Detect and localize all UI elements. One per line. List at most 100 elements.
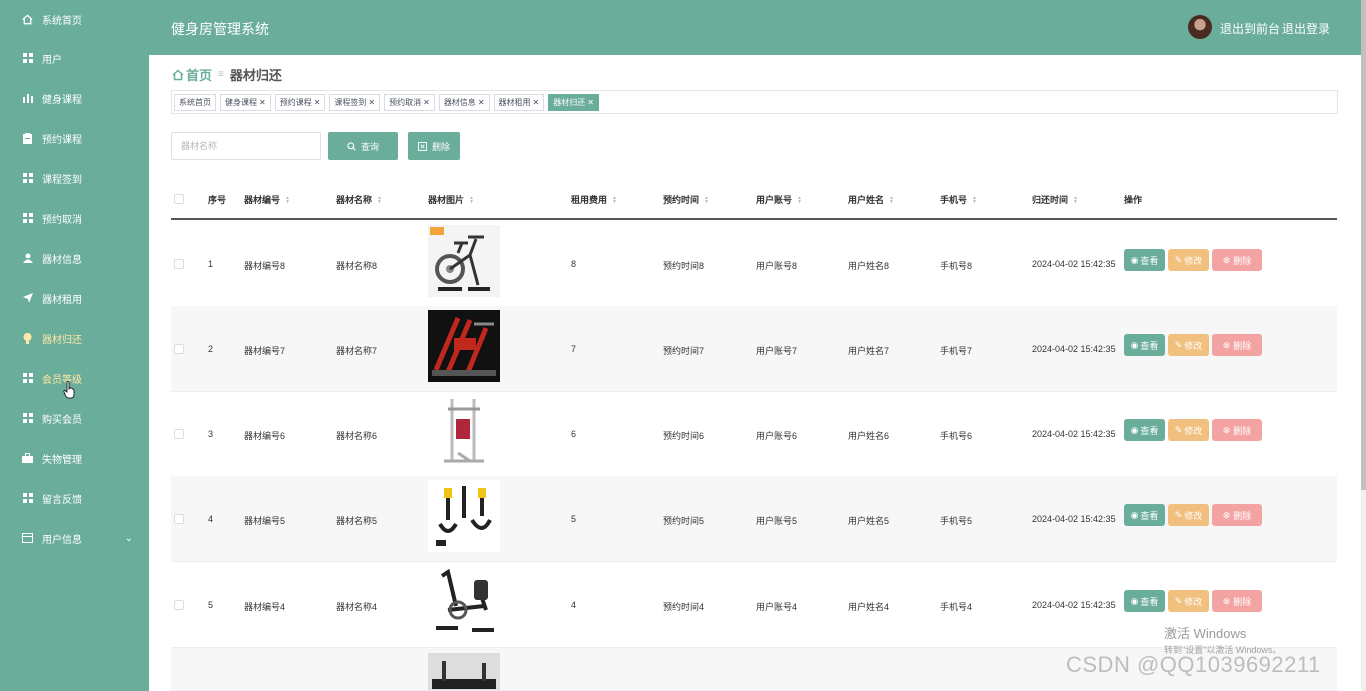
delete-button[interactable]: ⊗ 删除	[1212, 334, 1262, 356]
equipment-image-recumbent-bike[interactable]	[428, 566, 500, 638]
close-icon[interactable]: ✕	[587, 98, 594, 107]
cell-fee: 7	[571, 344, 577, 354]
edit-button[interactable]: ✎ 修改	[1168, 334, 1209, 356]
sort-icon[interactable]: ▲ ▼	[797, 195, 802, 204]
edit-button[interactable]: ✎ 修改	[1168, 590, 1209, 612]
sort-icon[interactable]: ▲ ▼	[377, 195, 382, 204]
close-icon[interactable]: ✕	[314, 98, 321, 107]
view-button[interactable]: ◉ 查看	[1124, 334, 1165, 356]
sidebar-item-fitness-courses[interactable]: 健身课程	[0, 78, 149, 118]
bulb-icon	[22, 332, 33, 344]
sidebar-item-user-info[interactable]: 用户信息 ⌄	[0, 518, 149, 558]
header-image[interactable]: 器材图片 ▲ ▼	[428, 193, 474, 206]
header-fee[interactable]: 租用费用 ▲ ▼	[571, 193, 617, 206]
avatar[interactable]	[1188, 15, 1212, 39]
equipment-image-exercise-bike[interactable]	[428, 225, 500, 297]
header-reserve-time[interactable]: 预约时间 ▲ ▼	[663, 193, 709, 206]
chevron-down-icon[interactable]: ⌄	[125, 533, 133, 544]
row-checkbox[interactable]	[174, 429, 184, 439]
view-button[interactable]: ◉ 查看	[1124, 590, 1165, 612]
tag-course-checkin[interactable]: 课程签到 ✕	[329, 94, 381, 111]
equipment-image-leg-press[interactable]	[428, 310, 500, 382]
breadcrumb-home[interactable]: 首页	[186, 65, 212, 84]
tag-fitness-courses[interactable]: 健身课程 ✕	[220, 94, 271, 111]
scrollbar-thumb[interactable]	[1361, 0, 1366, 490]
sort-icon[interactable]: ▲ ▼	[612, 195, 617, 204]
close-icon[interactable]: ✕	[368, 98, 375, 107]
close-icon[interactable]: ✕	[533, 98, 540, 107]
select-all-checkbox[interactable]	[174, 194, 184, 204]
query-button[interactable]: 查询	[328, 132, 398, 160]
edit-icon: ✎	[1174, 254, 1183, 265]
cell-fee: 4	[571, 600, 577, 610]
edit-button[interactable]: ✎ 修改	[1168, 419, 1209, 441]
view-button[interactable]: ◉ 查看	[1124, 249, 1165, 271]
delete-button[interactable]: ⊗ 删除	[1212, 419, 1262, 441]
view-button[interactable]: ◉ 查看	[1124, 419, 1165, 441]
close-icon[interactable]: ✕	[423, 98, 430, 107]
edit-button[interactable]: ✎ 修改	[1168, 504, 1209, 526]
header-name[interactable]: 器材名称 ▲ ▼	[336, 193, 382, 206]
sort-icon[interactable]: ▲ ▼	[972, 195, 977, 204]
view-button[interactable]: ◉ 查看	[1124, 504, 1165, 526]
delete-label: 删除	[1233, 340, 1252, 351]
cell-reserve-time: 预约时间8	[663, 261, 705, 271]
logout-link[interactable]: 退出登录	[1282, 20, 1330, 37]
tag-equipment-return[interactable]: 器材归还 ✕	[548, 94, 599, 111]
delete-label: 删除	[1233, 510, 1252, 521]
cell-index: 4	[208, 514, 214, 524]
sidebar-item-feedback[interactable]: 留言反馈	[0, 478, 149, 518]
delete-button[interactable]: ⊗ 删除	[1212, 590, 1262, 612]
close-icon[interactable]: ✕	[478, 98, 485, 107]
tag-book-course[interactable]: 预约课程 ✕	[274, 94, 326, 111]
edit-button[interactable]: ✎ 修改	[1168, 249, 1209, 271]
sidebar-item-lost-found[interactable]: 失物管理	[0, 438, 149, 478]
sidebar-item-equipment-info[interactable]: 器材信息	[0, 238, 149, 278]
header-phone[interactable]: 手机号 ▲ ▼	[940, 193, 977, 206]
sidebar-item-label: 系统首页	[42, 15, 82, 27]
delete-button[interactable]: ⊗ 删除	[1212, 249, 1262, 271]
sort-icon[interactable]: ▲ ▼	[285, 195, 290, 204]
csdn-watermark: CSDN @QQ1039692211	[1066, 652, 1321, 677]
tag-equipment-rental[interactable]: 器材租用 ✕	[493, 94, 545, 111]
delete-button[interactable]: ⊗ 删除	[1212, 504, 1262, 526]
sort-icon[interactable]: ▲ ▼	[1073, 195, 1078, 204]
equipment-image-bench[interactable]	[428, 653, 500, 690]
sidebar-item-label: 预约取消	[42, 214, 82, 226]
row-checkbox[interactable]	[174, 344, 184, 354]
close-icon[interactable]: ✕	[259, 98, 266, 107]
sidebar-item-users[interactable]: 用户	[0, 38, 149, 78]
cell-code: 器材编号4	[244, 602, 286, 612]
equipment-image-suspension-straps[interactable]	[428, 480, 500, 552]
tag-equipment-info[interactable]: 器材信息 ✕	[438, 94, 490, 111]
row-checkbox[interactable]	[174, 259, 184, 269]
header-return-time[interactable]: 归还时间 ▲ ▼	[1032, 193, 1078, 206]
row-checkbox[interactable]	[174, 600, 184, 610]
sidebar-item-course-checkin[interactable]: 课程签到	[0, 158, 149, 198]
row-checkbox[interactable]	[174, 514, 184, 524]
equipment-name-search-input[interactable]	[171, 132, 321, 160]
sidebar-item-book-course[interactable]: 预约课程	[0, 118, 149, 158]
cell-user-name: 用户姓名5	[848, 516, 890, 526]
sort-icon[interactable]: ▲ ▼	[704, 195, 709, 204]
sidebar-item-home[interactable]: 系统首页	[0, 0, 149, 38]
header-user-name[interactable]: 用户姓名 ▲ ▼	[848, 193, 894, 206]
equipment-image-power-tower[interactable]	[428, 395, 500, 467]
header-code[interactable]: 器材编号 ▲ ▼	[244, 193, 290, 206]
sidebar-item-equipment-return[interactable]: 器材归还	[0, 318, 149, 358]
header-account[interactable]: 用户账号 ▲ ▼	[756, 193, 802, 206]
grid-icon	[22, 173, 33, 184]
exit-to-front-link[interactable]: 退出到前台	[1220, 20, 1280, 37]
eye-icon: ◉	[1130, 339, 1139, 350]
delete-label: 删除	[1233, 425, 1252, 436]
sidebar-item-buy-membership[interactable]: 购买会员	[0, 398, 149, 438]
batch-delete-button[interactable]: 删除	[408, 132, 460, 160]
sort-icon[interactable]: ▲ ▼	[889, 195, 894, 204]
cell-user-name: 用户姓名8	[848, 261, 890, 271]
sidebar-item-equipment-rental[interactable]: 器材租用	[0, 278, 149, 318]
page-scrollbar[interactable]	[1361, 0, 1366, 691]
tag-home[interactable]: 系统首页	[174, 94, 216, 111]
tag-cancel-booking[interactable]: 预约取消 ✕	[384, 94, 435, 111]
sidebar-item-cancel-booking[interactable]: 预约取消	[0, 198, 149, 238]
sort-icon[interactable]: ▲ ▼	[469, 195, 474, 204]
